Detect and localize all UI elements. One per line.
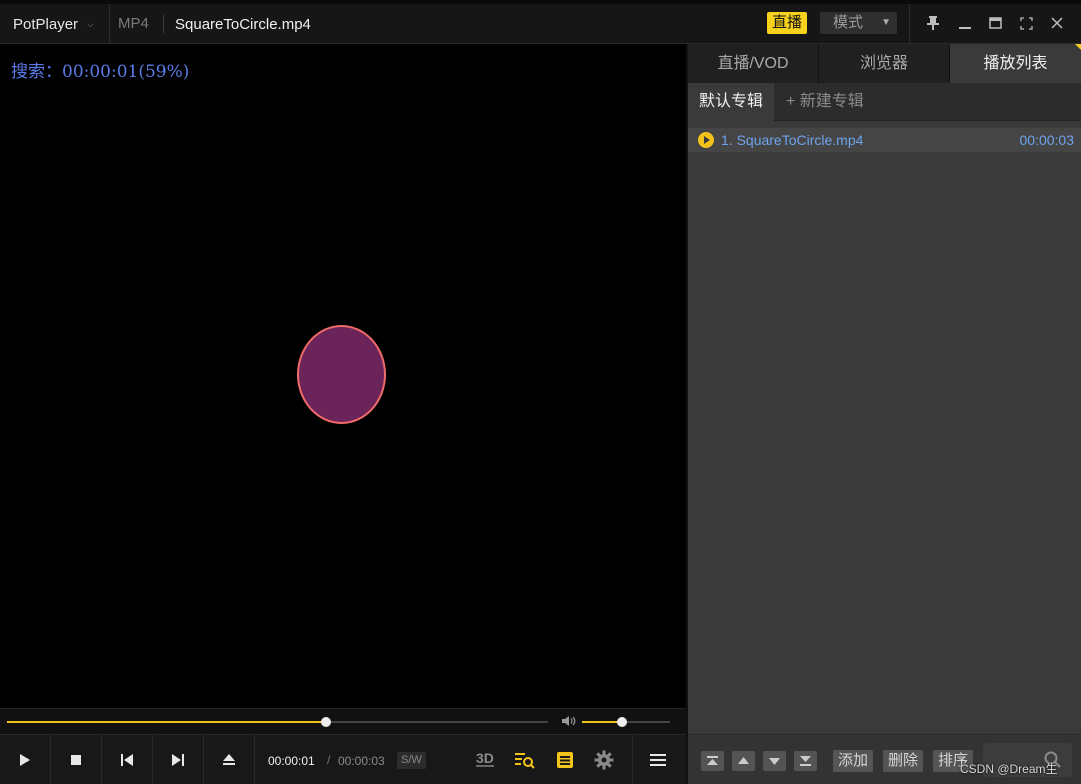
chevron-down-icon: ⌵ <box>87 18 94 29</box>
arrow-up-icon <box>738 757 749 764</box>
tab-browser[interactable]: 浏览器 <box>819 44 950 83</box>
main-menu-button[interactable] <box>647 749 669 771</box>
fullscreen-icon <box>1019 16 1033 30</box>
volume-button[interactable] <box>561 714 577 728</box>
skip-previous-icon <box>121 754 133 766</box>
volume-handle[interactable] <box>616 717 627 727</box>
move-down-button[interactable] <box>763 751 786 771</box>
panel-tabs: 直播/VOD 浏览器 播放列表 <box>688 44 1081 83</box>
now-playing-icon <box>698 132 714 148</box>
minimize-button[interactable] <box>954 12 976 34</box>
stop-button[interactable] <box>51 735 102 784</box>
hamburger-icon <box>650 754 666 766</box>
control-bar: 00:00:01 / 00:00:03 S/W 3D <box>0 734 686 784</box>
seek-handle[interactable] <box>321 717 332 727</box>
move-top-button[interactable] <box>701 751 724 771</box>
pin-button[interactable] <box>922 12 944 34</box>
time-separator: / <box>327 753 331 767</box>
delete-button[interactable]: 删除 <box>883 750 924 772</box>
maximize-button[interactable] <box>984 12 1006 34</box>
new-album-button[interactable]: + 新建专辑 <box>786 83 864 121</box>
divider <box>632 735 633 784</box>
video-frame-shape <box>297 325 386 424</box>
stop-icon <box>71 755 81 765</box>
move-to-bottom-icon <box>800 756 811 766</box>
app-menu-button[interactable]: PotPlayer ⌵ <box>0 4 110 44</box>
title-bar: PotPlayer ⌵ MP4 SquareToCircle.mp4 直播 模式… <box>0 0 1081 44</box>
open-file-button[interactable] <box>204 735 255 784</box>
3d-button[interactable]: 3D <box>476 751 494 767</box>
divider <box>909 4 910 44</box>
previous-button[interactable] <box>102 735 153 784</box>
playlist-panel: 直播/VOD 浏览器 播放列表 默认专辑 + 新建专辑 1. SquareToC… <box>686 44 1081 784</box>
album-tabs: 默认专辑 + 新建专辑 <box>688 83 1081 121</box>
seek-bar-fill <box>7 721 327 723</box>
fullscreen-button[interactable] <box>1015 12 1037 34</box>
watermark: CSDN @Dream生 <box>960 762 1058 776</box>
skip-next-icon <box>172 754 184 766</box>
volume-fill <box>582 721 622 723</box>
corner-marker <box>1075 44 1081 52</box>
album-tab-default[interactable]: 默认专辑 <box>688 83 774 121</box>
seek-bar[interactable] <box>7 717 548 727</box>
playlist-search-button[interactable] <box>514 749 536 771</box>
gear-icon <box>594 750 614 770</box>
file-title: SquareToCircle.mp4 <box>175 16 311 33</box>
playlist-item-title: 1. SquareToCircle.mp4 <box>721 132 864 148</box>
total-time: 00:00:03 <box>338 754 385 768</box>
seek-row <box>0 708 686 734</box>
play-icon <box>20 754 30 766</box>
settings-button[interactable] <box>593 749 615 771</box>
add-button[interactable]: 添加 <box>833 750 874 772</box>
minimize-icon <box>959 27 971 29</box>
arrow-down-icon <box>769 758 780 765</box>
move-bottom-button[interactable] <box>794 751 817 771</box>
decoder-badge[interactable]: S/W <box>397 752 426 769</box>
divider <box>163 15 164 33</box>
volume-slider[interactable] <box>582 717 670 727</box>
playlist-toggle-button[interactable] <box>554 749 576 771</box>
play-button[interactable] <box>0 735 51 784</box>
dropdown-arrow-icon: ▼ <box>881 17 891 28</box>
playlist-icon <box>557 752 573 768</box>
playlist-item-duration: 00:00:03 <box>1019 132 1075 148</box>
tab-live-vod[interactable]: 直播/VOD <box>688 44 819 83</box>
close-icon <box>1051 17 1063 29</box>
maximize-icon <box>988 17 1002 29</box>
format-label: MP4 <box>118 15 149 32</box>
pin-icon <box>927 16 939 30</box>
eject-icon <box>223 754 235 765</box>
speaker-icon <box>562 716 576 726</box>
mode-label: 模式 <box>833 14 864 31</box>
next-button[interactable] <box>153 735 204 784</box>
video-viewport[interactable]: 搜索：00:00:01(59%) <box>0 44 686 708</box>
mode-dropdown[interactable]: 模式 ▼ <box>820 12 897 34</box>
move-to-top-icon <box>707 756 718 765</box>
list-search-icon <box>515 753 535 769</box>
close-button[interactable] <box>1046 12 1068 34</box>
app-name: PotPlayer <box>13 15 79 33</box>
live-button[interactable]: 直播 <box>767 12 808 34</box>
seek-osd-text: 搜索：00:00:01(59%) <box>11 62 190 82</box>
tab-playlist[interactable]: 播放列表 <box>950 44 1081 83</box>
playlist-item[interactable]: 1. SquareToCircle.mp4 00:00:03 <box>688 128 1081 152</box>
playlist: 1. SquareToCircle.mp4 00:00:03 <box>688 128 1081 152</box>
current-time: 00:00:01 <box>268 754 315 768</box>
move-up-button[interactable] <box>732 751 755 771</box>
